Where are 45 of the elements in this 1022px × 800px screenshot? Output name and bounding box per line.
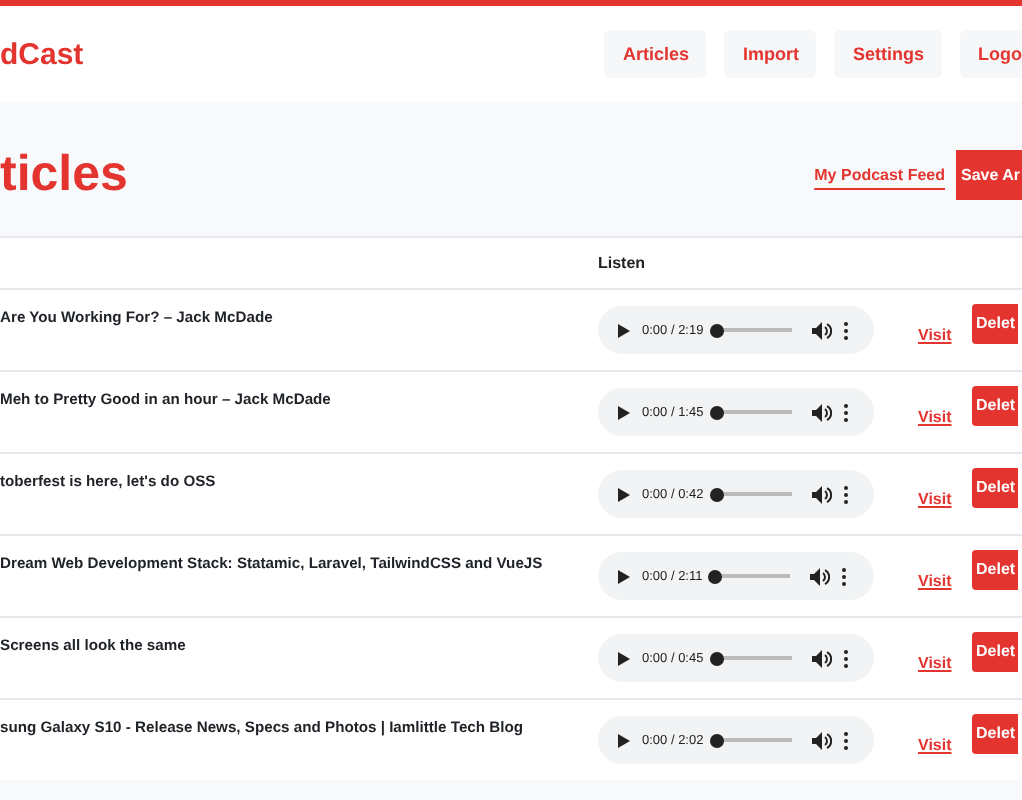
delete-button[interactable]: Delet (972, 303, 1018, 343)
volume-icon[interactable] (811, 731, 832, 749)
visit-link[interactable]: Visit (918, 326, 952, 344)
app-logo[interactable]: dCast (0, 37, 84, 71)
play-icon[interactable] (618, 733, 630, 747)
delete-button[interactable]: Delet (972, 549, 1018, 589)
volume-icon[interactable] (811, 403, 832, 421)
delete-button[interactable]: Delet (972, 631, 1018, 671)
more-icon[interactable] (843, 485, 848, 503)
nav-button[interactable]: Logo (960, 30, 1022, 78)
slider-thumb[interactable] (709, 323, 724, 337)
feed-link[interactable]: My Podcast Feed (814, 166, 945, 184)
nav-button[interactable]: Articles (604, 30, 707, 78)
delete-button[interactable]: Delet (972, 467, 1018, 507)
nav-button[interactable]: Settings (834, 30, 942, 78)
visit-link[interactable]: Visit (918, 736, 952, 754)
play-icon[interactable] (618, 405, 630, 419)
page-title: ticles (0, 144, 128, 204)
more-icon[interactable] (843, 731, 848, 749)
delete-button[interactable]: Delet (972, 713, 1018, 753)
play-icon[interactable] (618, 323, 630, 337)
volume-icon[interactable] (811, 485, 832, 503)
nav-button[interactable]: Import (724, 30, 817, 78)
play-icon[interactable] (618, 487, 630, 501)
volume-icon[interactable] (810, 567, 831, 585)
more-icon[interactable] (842, 567, 847, 585)
delete-button[interactable]: Delet (972, 385, 1018, 425)
slider-thumb[interactable] (709, 651, 724, 665)
slider-thumb[interactable] (708, 569, 723, 583)
visit-link[interactable]: Visit (918, 490, 952, 508)
visit-link[interactable]: Visit (918, 572, 952, 590)
visit-link[interactable]: Visit (918, 654, 952, 672)
slider-thumb[interactable] (709, 733, 724, 747)
slider-thumb[interactable] (709, 405, 724, 419)
volume-icon[interactable] (811, 649, 832, 667)
more-icon[interactable] (843, 649, 848, 667)
volume-icon[interactable] (811, 321, 832, 339)
play-icon[interactable] (618, 651, 630, 665)
more-icon[interactable] (843, 403, 848, 421)
save-article-button[interactable]: Save Ar (955, 150, 1022, 200)
more-icon[interactable] (843, 321, 848, 339)
play-icon[interactable] (618, 569, 630, 583)
visit-link[interactable]: Visit (918, 408, 952, 426)
slider-thumb[interactable] (709, 487, 724, 501)
column-header: Listen (598, 254, 648, 272)
